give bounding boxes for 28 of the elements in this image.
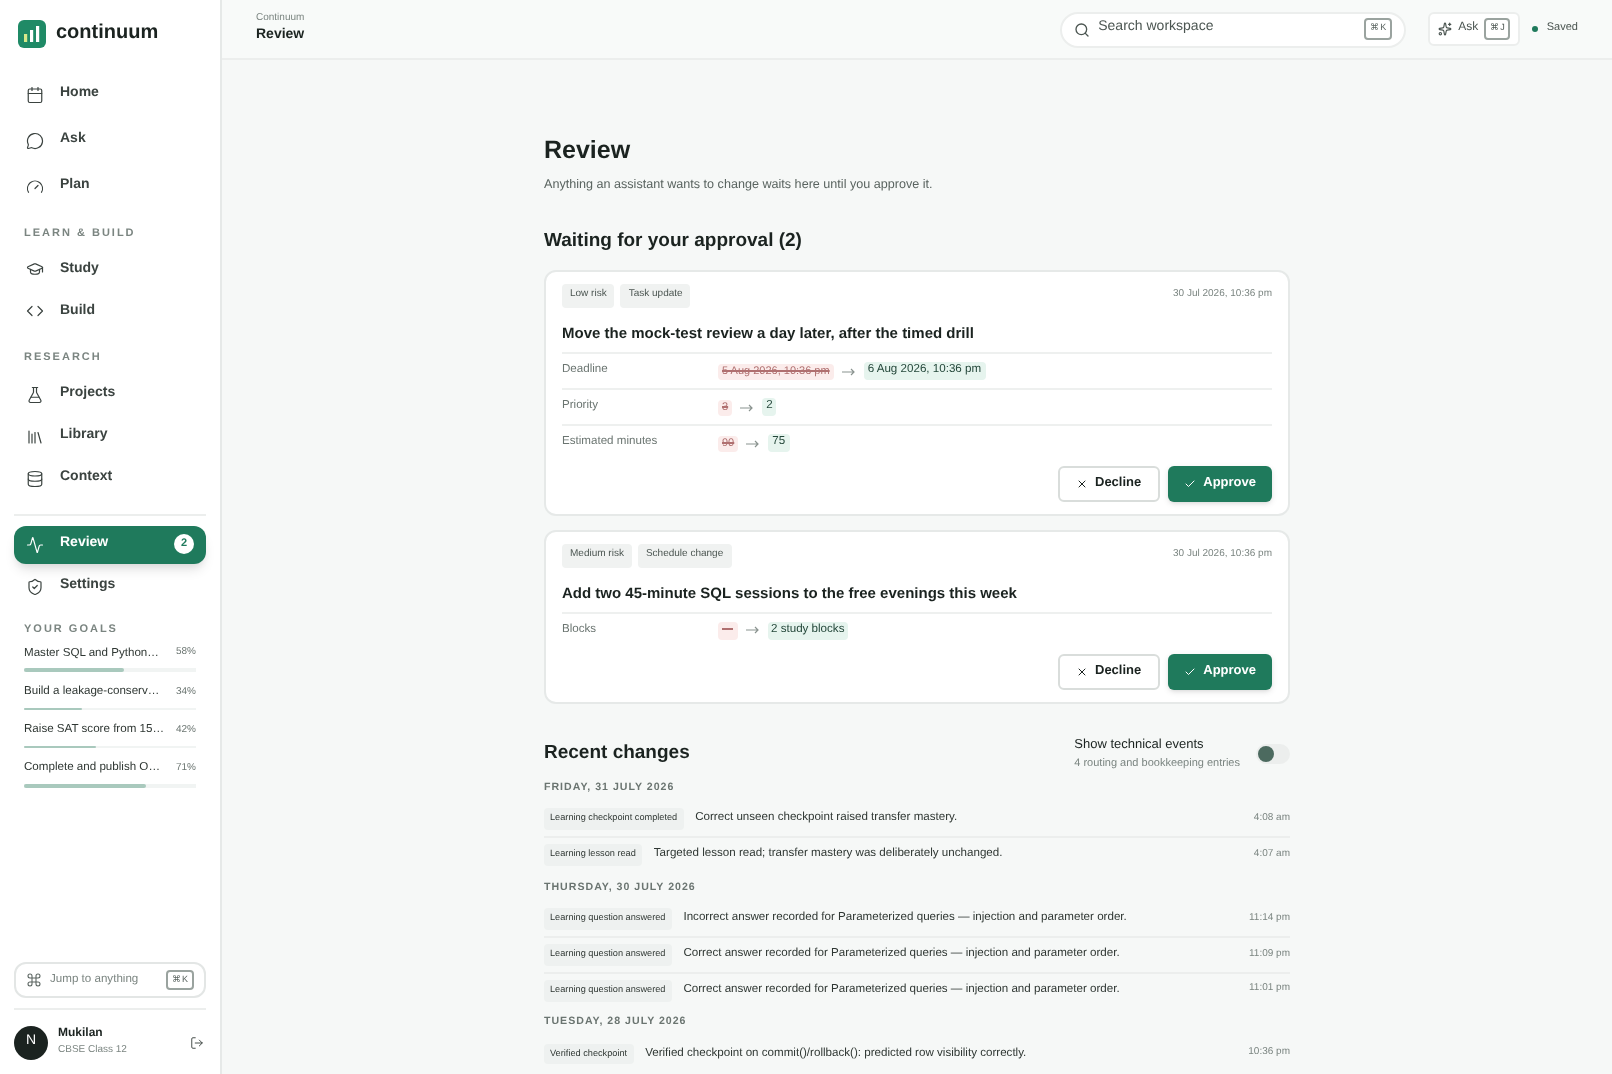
- shield-check-icon: [26, 577, 44, 595]
- arrow-icon: [740, 403, 755, 412]
- brand-name: continuum: [56, 20, 159, 48]
- search-icon: [1074, 21, 1091, 37]
- close-icon: [1075, 478, 1087, 491]
- check-icon: [1183, 665, 1196, 678]
- arrow-icon: [745, 626, 759, 635]
- logout-button[interactable]: [188, 1033, 206, 1051]
- section-title: Waiting for your approval (2): [544, 228, 804, 257]
- toggle-switch[interactable]: [1256, 743, 1290, 764]
- page-title: Review: [544, 134, 633, 168]
- check-icon: [1183, 478, 1196, 491]
- database-icon: [26, 469, 44, 487]
- books-icon: [26, 427, 44, 445]
- command-icon: [26, 972, 42, 988]
- calendar-icon: [26, 86, 44, 104]
- graduation-cap-icon: [26, 260, 44, 279]
- arrow-icon: [746, 439, 761, 448]
- arrow-icon: [841, 367, 856, 376]
- logo-icon: [18, 19, 46, 47]
- section-title: Recent changes: [544, 739, 692, 768]
- flask-icon: [26, 385, 44, 403]
- close-icon: [1075, 665, 1087, 678]
- gauge-icon: [26, 178, 44, 196]
- chat-bubble-icon: [26, 132, 44, 150]
- sparkle-icon: [1438, 22, 1453, 36]
- pulse-icon: [26, 535, 44, 553]
- code-icon: [26, 302, 44, 321]
